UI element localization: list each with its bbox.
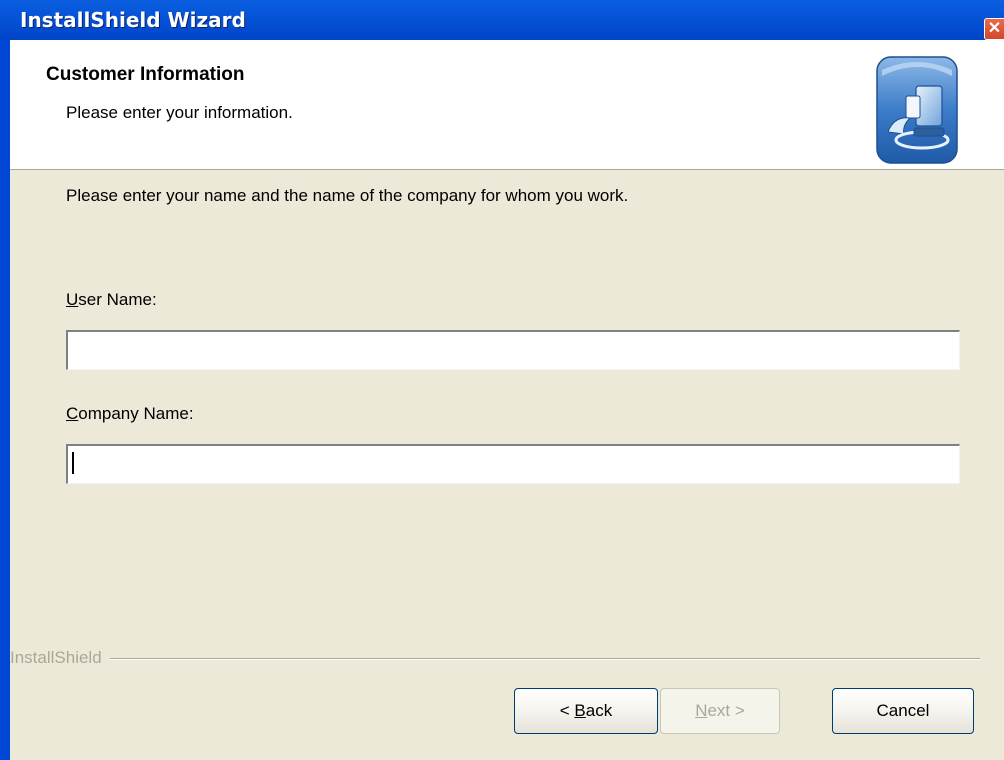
next-button[interactable]: Next > (660, 688, 780, 734)
close-button[interactable]: ✕ (984, 18, 1004, 40)
title-bar[interactable]: InstallShield Wizard ✕ (0, 0, 1004, 40)
text-caret (72, 452, 74, 474)
page-subtitle: Please enter your information. (66, 103, 293, 122)
user-name-label: User Name: (66, 290, 157, 310)
cancel-button[interactable]: Cancel (832, 688, 974, 734)
company-name-input[interactable] (66, 444, 960, 484)
computer-setup-icon (876, 56, 958, 164)
next-button-accel: N (695, 701, 708, 720)
company-name-label-accel: C (66, 404, 79, 423)
next-button-rest: ext > (707, 701, 745, 720)
window-title: InstallShield Wizard (20, 8, 246, 32)
page-title: Customer Information (46, 64, 245, 85)
back-button-prefix: < (559, 701, 575, 720)
company-name-label: Company Name: (66, 404, 194, 424)
window-frame-left (0, 40, 10, 760)
user-name-input[interactable] (66, 330, 960, 370)
back-button[interactable]: < Back (514, 688, 658, 734)
brand-label: InstallShield (10, 646, 110, 670)
back-button-rest: ack (585, 701, 613, 720)
installshield-brand-divider: InstallShield (10, 646, 994, 670)
cancel-button-label: Cancel (876, 701, 930, 720)
company-name-label-rest: ompany Name: (78, 404, 194, 423)
wizard-header: Customer Information Please enter your i… (10, 40, 1004, 170)
installshield-wizard-window: InstallShield Wizard ✕ Customer Informat… (0, 0, 1004, 760)
close-icon: ✕ (987, 20, 1002, 37)
back-button-accel: B (574, 701, 586, 720)
instruction-text: Please enter your name and the name of t… (66, 186, 629, 205)
user-name-label-rest: ser Name: (78, 290, 157, 309)
divider-line (20, 658, 980, 660)
user-name-label-accel: U (66, 290, 79, 309)
